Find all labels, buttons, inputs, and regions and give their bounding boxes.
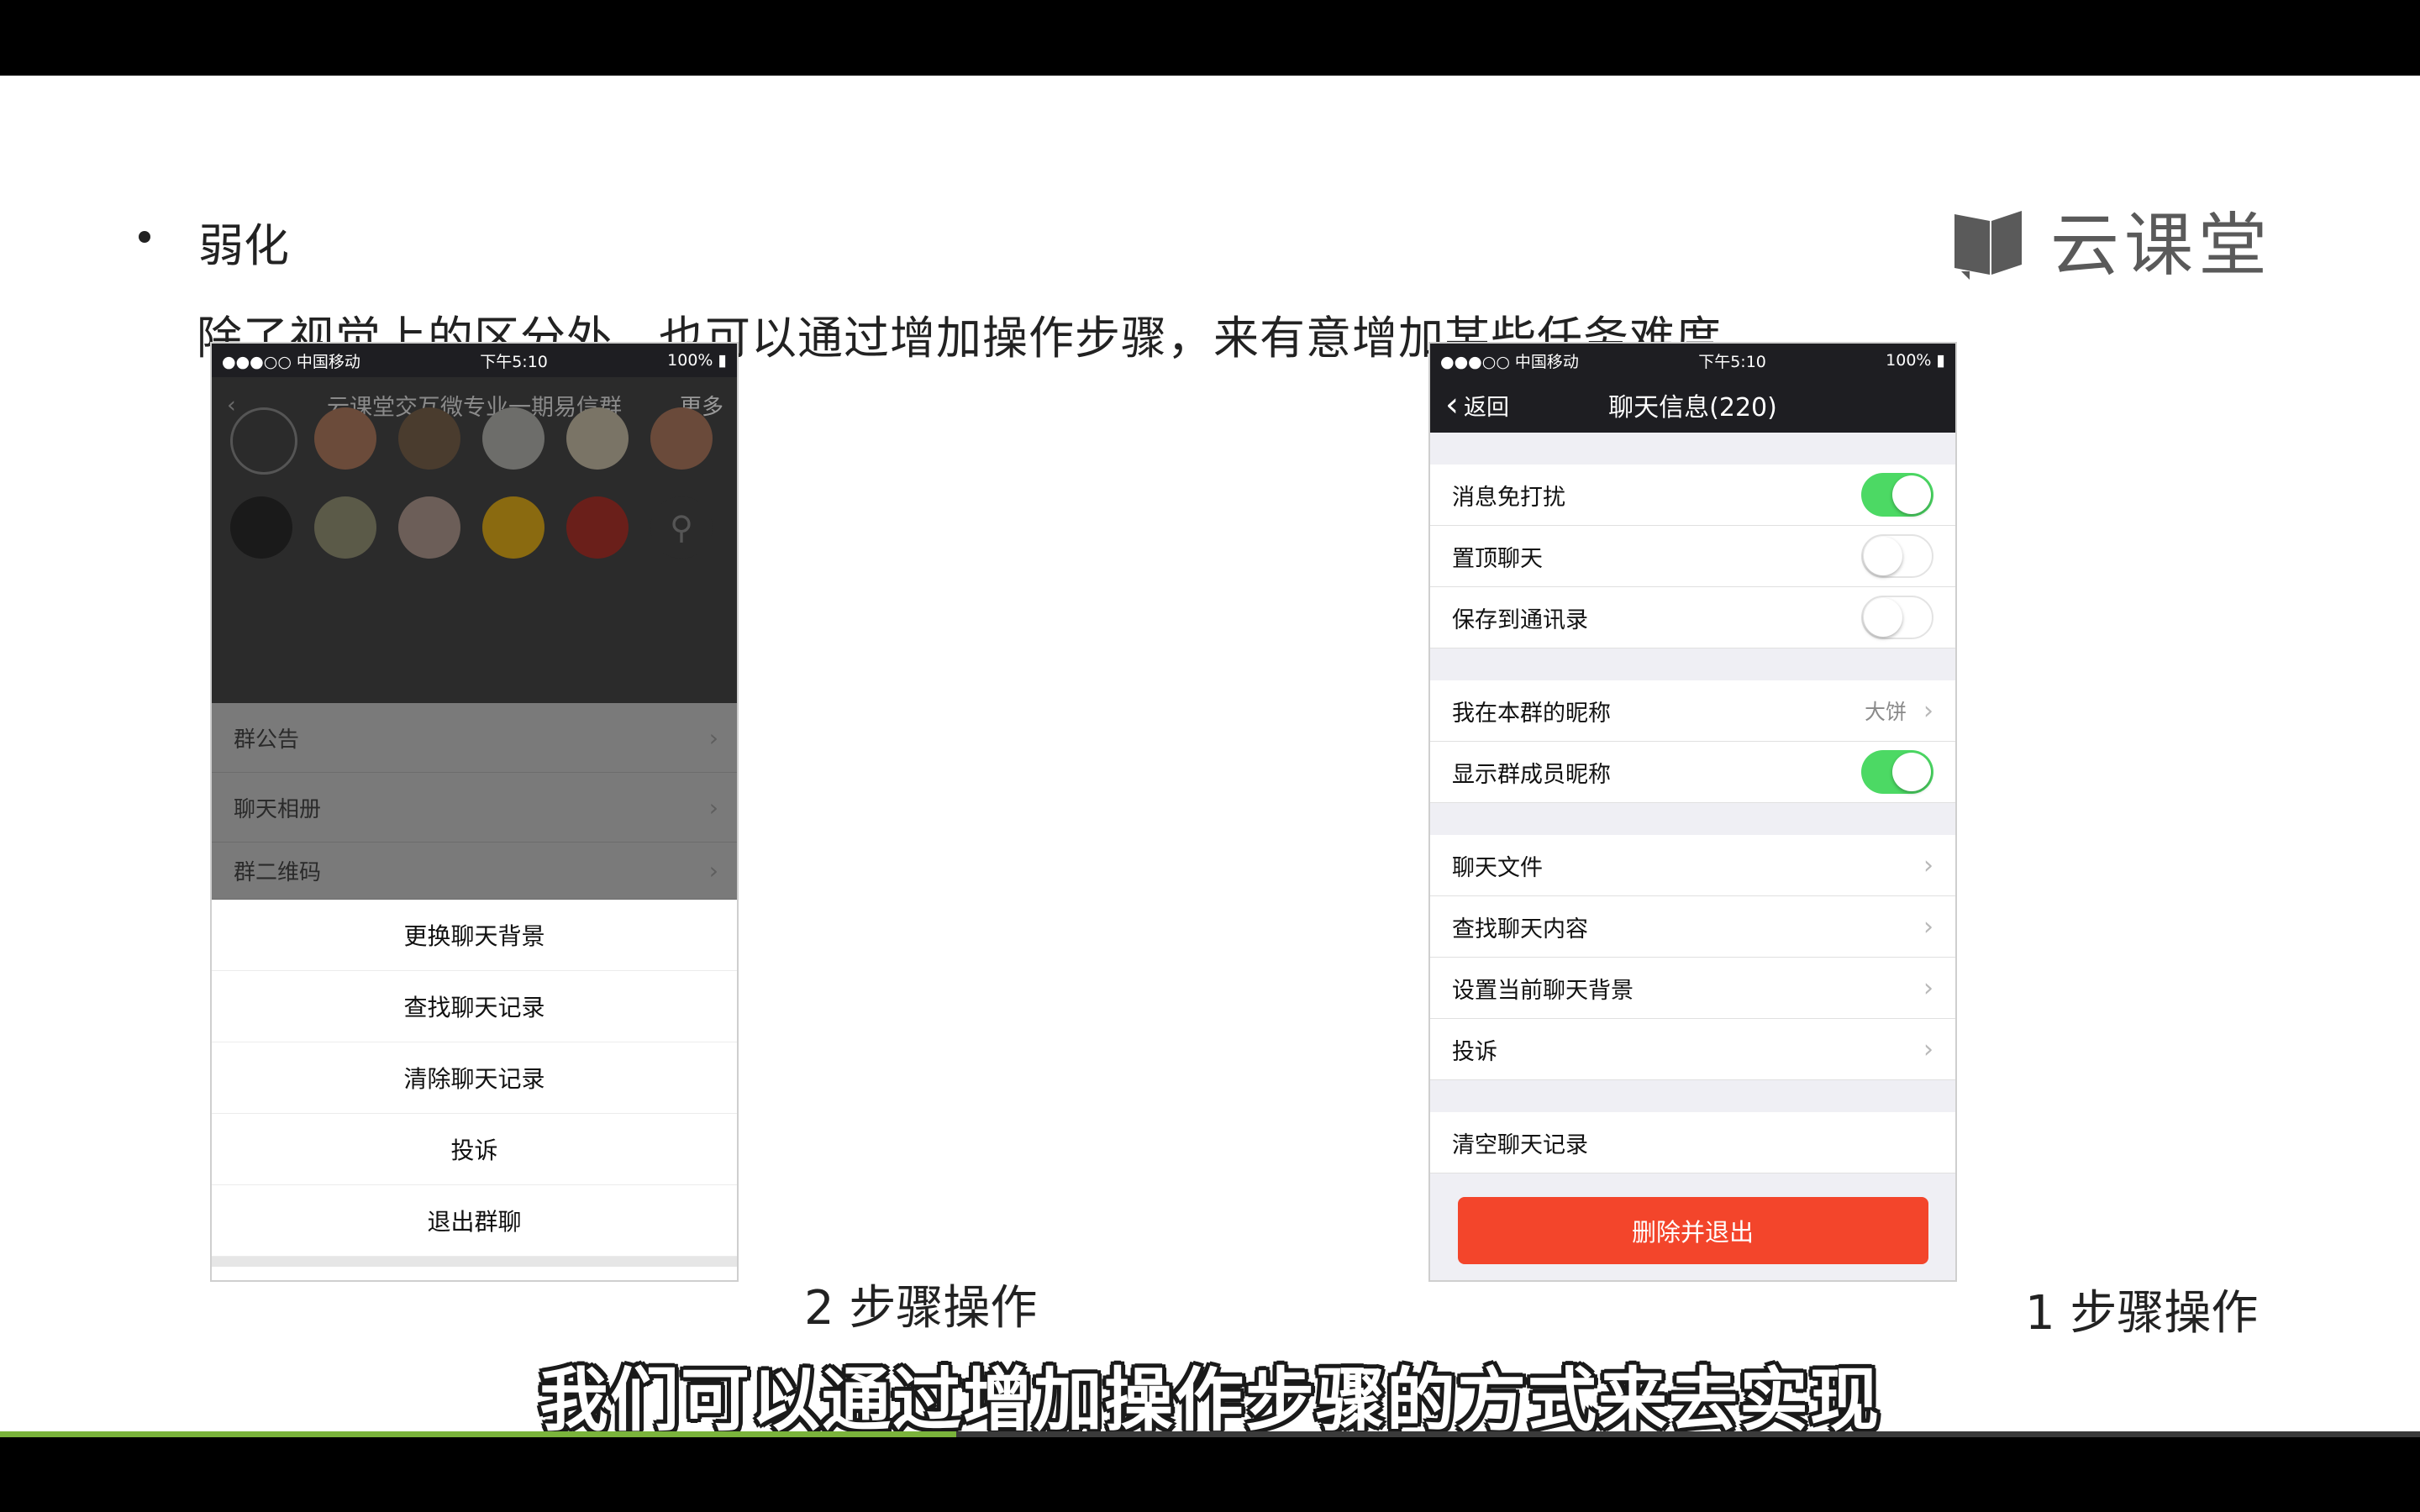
delete-and-exit-button[interactable]: 删除并退出 [1457,1197,1928,1264]
add-member-icon[interactable] [230,407,297,475]
avatar[interactable] [314,496,376,559]
status-time: 下午5:10 [1698,352,1766,371]
carrier-label: ●●●○○ 中国移动 [222,352,360,371]
sheet-divider [212,1257,737,1267]
phone-mockup-right: ●●●○○ 中国移动 下午5:10 100% ▮ ‹ 返回 聊天信息(220) 消… [1428,342,1957,1282]
avatar[interactable] [482,407,544,470]
row-background[interactable]: 设置当前聊天背景 › [1430,958,1955,1019]
sheet-cancel-button[interactable]: 取消 [212,1267,737,1280]
avatar[interactable] [566,407,629,470]
nav-bar: ‹ 返回 聊天信息(220) [1430,377,1955,433]
avatar[interactable] [230,496,292,559]
sheet-item-report[interactable]: 投诉 [212,1114,737,1185]
chevron-right-icon: › [708,793,718,822]
row-label: 置顶聊天 [1452,545,1543,572]
video-progress-fill [0,1431,956,1437]
row-label: 清空聊天记录 [1452,1131,1588,1158]
chevron-right-icon: › [708,723,718,752]
member-grid: ⚲ [212,407,737,703]
row-mute: 消息免打扰 [1430,465,1955,526]
row-label: 聊天相册 [234,796,322,822]
status-bar: ●●●○○ 中国移动 下午5:10 100% ▮ [212,344,737,377]
avatar[interactable] [398,407,460,470]
bullet-dot [139,231,150,243]
row-label: 显示群成员昵称 [1452,761,1611,788]
chevron-right-icon: › [1923,850,1933,880]
back-chevron-icon[interactable]: ‹ [227,392,236,418]
status-bar: ●●●○○ 中国移动 下午5:10 100% ▮ [1430,344,1955,377]
row-label: 保存到通讯录 [1452,606,1588,633]
member-list-icon[interactable]: ⚲ [650,496,713,559]
row-label: 群二维码 [234,860,322,885]
sheet-item-clear-history[interactable]: 清除聊天记录 [212,1042,737,1114]
mute-toggle[interactable] [1861,473,1933,517]
letterbox-bottom [0,1437,2420,1512]
status-time: 下午5:10 [480,352,548,371]
row-clear-history[interactable]: 清空聊天记录 [1430,1112,1955,1173]
carrier-label: ●●●○○ 中国移动 [1440,352,1579,371]
row-label: 查找聊天内容 [1452,916,1588,942]
row-label: 投诉 [1452,1038,1497,1065]
sheet-item-leave-group[interactable]: 退出群聊 [212,1185,737,1257]
menu-row-album[interactable]: 聊天相册 › [212,773,737,843]
row-nickname[interactable]: 我在本群的昵称 大饼 › [1430,680,1955,742]
avatar[interactable] [566,496,629,559]
step-label-left: 2 步骤操作 [804,1281,1038,1336]
battery-label: 100% ▮ [1886,351,1945,370]
save-contacts-toggle[interactable] [1861,596,1933,639]
avatar[interactable] [482,496,544,559]
chevron-right-icon: › [1923,911,1933,942]
row-report[interactable]: 投诉 › [1430,1019,1955,1080]
nickname-value: 大饼 [1864,700,1907,724]
phone-mockup-left: ●●●○○ 中国移动 下午5:10 100% ▮ ‹ 云课堂交互微专业一期易信群… [210,342,739,1282]
chevron-right-icon: › [708,857,718,885]
brand-name: 云课堂 [2050,206,2273,286]
step-label-right: 1 步骤操作 [2025,1286,2259,1341]
show-member-names-toggle[interactable] [1861,750,1933,794]
row-label: 消息免打扰 [1452,484,1565,511]
back-button[interactable]: ‹ 返回 [1445,386,1509,424]
row-label: 我在本群的昵称 [1452,700,1611,727]
chevron-right-icon: › [1923,696,1933,726]
menu-row-announcement[interactable]: 群公告 › [212,703,737,773]
bullet-title: 弱化 [198,219,289,272]
menu-row-qrcode[interactable]: 群二维码 › [212,843,737,900]
row-label: 设置当前聊天背景 [1452,977,1634,1004]
row-save-contacts: 保存到通讯录 [1430,587,1955,648]
row-pin: 置顶聊天 [1430,526,1955,587]
action-sheet: 更换聊天背景 查找聊天记录 清除聊天记录 投诉 退出群聊 取消 [212,900,737,1280]
battery-label: 100% ▮ [667,351,727,370]
avatar[interactable] [314,407,376,470]
row-search[interactable]: 查找聊天内容 › [1430,896,1955,958]
back-chevron-icon: ‹ [1445,386,1459,424]
letterbox-top [0,0,2420,76]
book-icon [1954,210,2022,280]
brand-logo: 云课堂 [1948,189,2272,289]
row-label: 聊天文件 [1452,854,1543,881]
pin-toggle[interactable] [1861,534,1933,578]
avatar[interactable] [650,407,713,470]
row-files[interactable]: 聊天文件 › [1430,835,1955,896]
avatar[interactable] [398,496,460,559]
chevron-right-icon: › [1923,973,1933,1003]
sheet-item-change-background[interactable]: 更换聊天背景 [212,900,737,971]
video-caption: 我们可以通过增加操作步骤的方式来去实现 [539,1361,1881,1441]
row-label: 群公告 [234,727,300,753]
back-label: 返回 [1464,394,1509,421]
sheet-item-search-history[interactable]: 查找聊天记录 [212,971,737,1042]
chevron-right-icon: › [1923,1034,1933,1064]
video-progress-bar[interactable] [0,1431,2420,1437]
row-show-member-names: 显示群成员昵称 [1430,742,1955,803]
